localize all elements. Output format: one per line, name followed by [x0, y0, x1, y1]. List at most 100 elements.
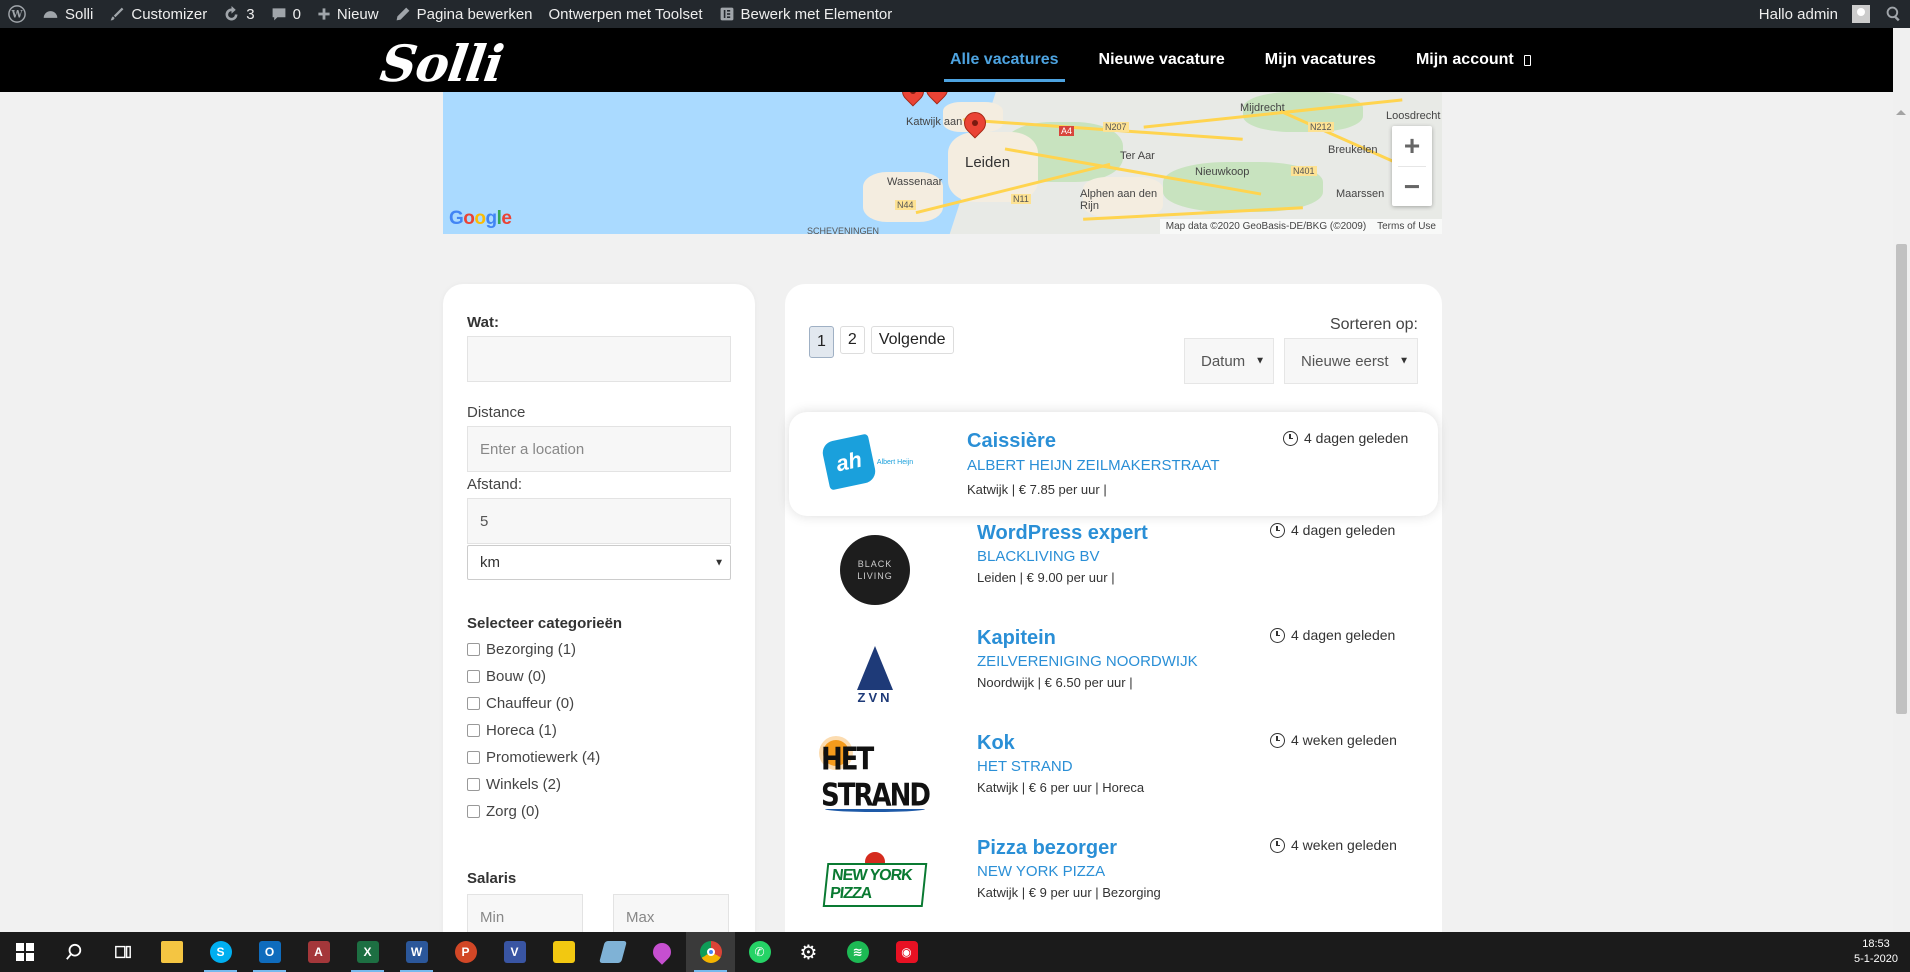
category-checkbox[interactable]: Bezorging (1) — [467, 641, 576, 658]
category-label: Promotiewerk (4) — [486, 749, 601, 766]
map-terms-link[interactable]: Terms of Use — [1377, 221, 1436, 232]
nav-my-account[interactable]: Mijn account — [1396, 28, 1551, 92]
toolset-link[interactable]: Ontwerpen met Toolset — [541, 0, 711, 28]
taskbar-visio[interactable]: V — [490, 932, 539, 972]
windows-taskbar: S O A X W P V ✆ ⚙ ≋ ◉ 18:53 5-1-2020 — [0, 932, 1910, 972]
category-label: Bezorging (1) — [486, 641, 577, 658]
checkbox-icon[interactable] — [467, 778, 480, 791]
outlook-icon: O — [258, 941, 281, 963]
job-card[interactable]: BLACK LIVING WordPress expert BlackLivin… — [789, 520, 1438, 624]
scroll-up-arrow-icon[interactable] — [1896, 110, 1906, 115]
job-card[interactable]: HET STRAND Kok Het Strand Katwijk | € 6 … — [789, 730, 1438, 834]
page-scrollbar[interactable] — [1893, 28, 1910, 951]
site-name-link[interactable]: Solli — [34, 0, 101, 28]
checkbox-icon[interactable] — [467, 697, 480, 710]
job-card[interactable]: NEW YORK PIZZA Pizza bezorger New York P… — [789, 835, 1438, 939]
category-checkbox[interactable]: Winkels (2) — [467, 776, 561, 793]
job-title-link[interactable]: WordPress expert — [977, 522, 1148, 545]
category-checkbox[interactable]: Promotiewerk (4) — [467, 749, 600, 766]
zvn-logo: ZVN — [825, 639, 925, 711]
checkbox-icon[interactable] — [467, 751, 480, 764]
nav-new-job[interactable]: Nieuwe vacature — [1079, 28, 1245, 92]
customizer-link[interactable]: Customizer — [101, 0, 215, 28]
taskbar-media-player[interactable]: ◉ — [882, 932, 931, 972]
start-button[interactable] — [0, 932, 49, 972]
taskbar-spotify[interactable]: ≋ — [833, 932, 882, 972]
jobs-map[interactable]: Katwijk aan Zee Leiden Wassenaar Ter Aar… — [443, 92, 1442, 234]
taskbar-settings[interactable]: ⚙ — [784, 932, 833, 972]
taskbar-outlook[interactable]: O — [245, 932, 294, 972]
checkbox-icon[interactable] — [467, 670, 480, 683]
wordpress-logo-button[interactable]: W — [0, 0, 34, 28]
new-york-pizza-logo-text: NEW YORK PIZZA — [822, 863, 928, 907]
wat-input[interactable] — [467, 336, 731, 382]
taskbar-maps[interactable] — [637, 932, 686, 972]
admin-search-button[interactable] — [1878, 0, 1910, 28]
next-page-button[interactable]: Volgende — [870, 326, 954, 354]
new-content-link[interactable]: Nieuw — [309, 0, 387, 28]
job-company[interactable]: Het Strand — [977, 758, 1073, 775]
job-title-link[interactable]: Pizza bezorger — [977, 837, 1117, 860]
category-checkbox[interactable]: Zorg (0) — [467, 803, 539, 820]
category-checkbox[interactable]: Chauffeur (0) — [467, 695, 574, 712]
system-clock[interactable]: 18:53 5-1-2020 — [1854, 937, 1898, 967]
mobile-icon — [1523, 54, 1531, 66]
sort-order-select[interactable]: Nieuwe eerst ▼ — [1284, 338, 1418, 384]
zoom-in-button[interactable]: + — [1392, 126, 1432, 166]
scrollbar-thumb[interactable] — [1896, 244, 1907, 714]
location-input[interactable]: Enter a location — [467, 426, 731, 472]
job-card[interactable]: ah Albert Heijn Caissière Albert Heijn Z… — [789, 412, 1438, 516]
sort-field-select[interactable]: Datum ▼ — [1184, 338, 1274, 384]
taskbar-whatsapp[interactable]: ✆ — [735, 932, 784, 972]
map-label-maarssen: Maarssen — [1336, 188, 1385, 200]
unit-select[interactable]: km ▼ — [467, 545, 731, 580]
job-title-link[interactable]: Kapitein — [977, 627, 1056, 650]
taskbar-chrome[interactable] — [686, 932, 735, 972]
het-strand-logo-text: HET STRAND — [821, 742, 931, 814]
chrome-icon — [699, 941, 722, 963]
job-title-link[interactable]: Kok — [977, 732, 1015, 755]
taskbar-skype[interactable]: S — [196, 932, 245, 972]
updates-link[interactable]: 3 — [215, 0, 262, 28]
edit-page-label: Pagina bewerken — [416, 5, 533, 23]
site-logo[interactable]: Solli — [377, 34, 507, 93]
job-company[interactable]: Albert Heijn Zeilmakerstraat — [967, 457, 1220, 474]
job-company[interactable]: Zeilvereniging Noordwijk — [977, 653, 1198, 670]
job-card[interactable]: ZVN Kapitein Zeilvereniging Noordwijk No… — [789, 625, 1438, 729]
zoom-out-button[interactable]: − — [1392, 167, 1432, 207]
page-2-button[interactable]: 2 — [839, 326, 865, 354]
nav-my-jobs[interactable]: Mijn vacatures — [1245, 28, 1396, 92]
taskbar-powerbi[interactable] — [539, 932, 588, 972]
taskbar-powerpoint[interactable]: P — [441, 932, 490, 972]
job-company[interactable]: New York Pizza — [977, 863, 1105, 880]
taskbar-excel[interactable]: X — [343, 932, 392, 972]
taskbar-file-explorer[interactable] — [147, 932, 196, 972]
checkbox-icon[interactable] — [467, 805, 480, 818]
job-title-link[interactable]: Caissière — [967, 430, 1056, 453]
nav-all-jobs[interactable]: Alle vacatures — [930, 28, 1079, 92]
elementor-link[interactable]: Bewerk met Elementor — [711, 0, 901, 28]
taskbar-access[interactable]: A — [294, 932, 343, 972]
comments-link[interactable]: 0 — [263, 0, 309, 28]
new-york-pizza-logo-mark: NEW YORK PIZZA — [822, 849, 928, 907]
blackliving-logo-text: LIVING — [857, 571, 893, 581]
taskbar-word[interactable]: W — [392, 932, 441, 972]
site-name: Solli — [65, 5, 94, 23]
my-account-link[interactable]: Hallo admin — [1751, 0, 1878, 28]
checkbox-icon[interactable] — [467, 643, 480, 656]
taskbar-search-button[interactable] — [49, 932, 98, 972]
job-company[interactable]: BlackLiving BV — [977, 548, 1100, 565]
checkbox-icon[interactable] — [467, 724, 480, 737]
map-label-ter-aar: Ter Aar — [1120, 150, 1155, 162]
edit-page-link[interactable]: Pagina bewerken — [387, 0, 541, 28]
page-1-button[interactable]: 1 — [809, 326, 834, 358]
category-checkbox[interactable]: Bouw (0) — [467, 668, 546, 685]
map-label-n11: N11 — [1011, 194, 1031, 204]
albert-heijn-logo-text: Albert Heijn — [876, 458, 914, 466]
new-label: Nieuw — [336, 5, 379, 23]
category-checkbox[interactable]: Horeca (1) — [467, 722, 557, 739]
afstand-input[interactable]: 5 — [467, 498, 731, 544]
taskbar-notes[interactable] — [588, 932, 637, 972]
task-view-button[interactable] — [98, 932, 147, 972]
google-logo: Google — [449, 208, 512, 229]
